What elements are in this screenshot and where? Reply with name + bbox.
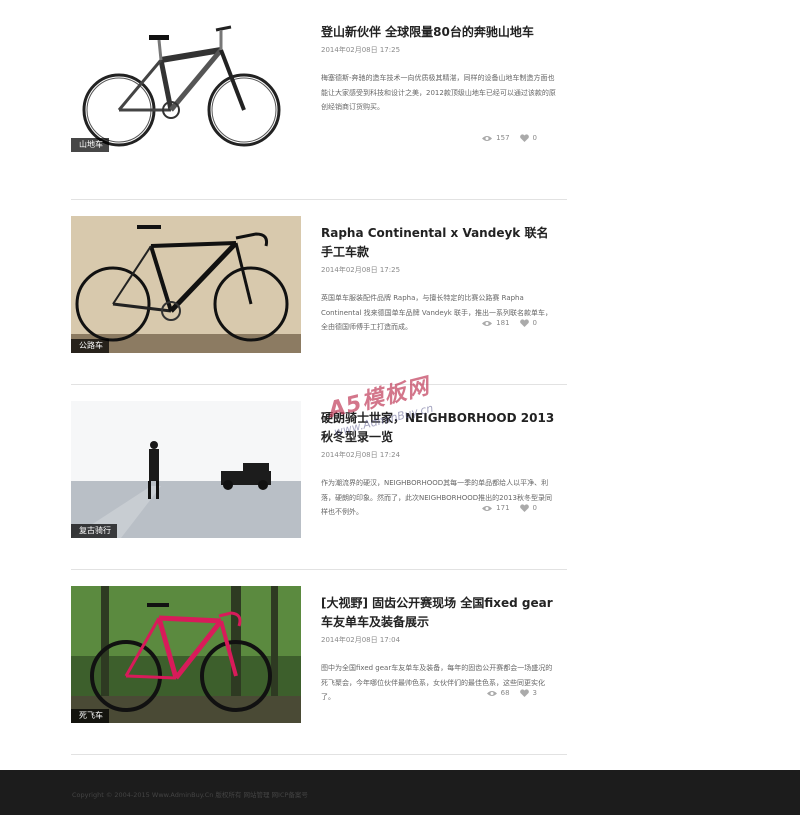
eye-icon bbox=[486, 690, 497, 696]
view-count-value: 181 bbox=[496, 319, 510, 327]
post-excerpt: 梅塞德斯-奔驰的造车技术一向优质极其精湛，同样的设备山地车制造方面也能让大家感受… bbox=[321, 74, 556, 111]
post-thumbnail[interactable]: 复古骑行 bbox=[71, 401, 301, 538]
post-date: 2014年02月08日 17:24 bbox=[321, 451, 401, 459]
like-count[interactable]: 0 bbox=[519, 319, 537, 327]
post-title[interactable]: [大视野] 固齿公开赛现场 全国fixed gear车友单车及装备展示 bbox=[321, 594, 557, 632]
post-body: 登山新伙伴 全球限量80台的奔驰山地车 2014年02月08日 17:25 梅塞… bbox=[321, 23, 557, 115]
post-item: 山地车 登山新伙伴 全球限量80台的奔驰山地车 2014年02月08日 17:2… bbox=[71, 15, 567, 200]
fixed-gear-bike-photo bbox=[71, 586, 301, 723]
category-tag[interactable]: 公路车 bbox=[71, 339, 109, 353]
like-count-value: 0 bbox=[532, 319, 537, 327]
eye-icon bbox=[482, 135, 493, 141]
copyright-text: Copyright © 2004-2015 Www.AdminBuy.Cn 版权… bbox=[72, 791, 308, 799]
post-thumbnail[interactable]: 死飞车 bbox=[71, 586, 301, 723]
post-date: 2014年02月08日 17:25 bbox=[321, 266, 401, 274]
heart-icon bbox=[519, 504, 529, 512]
post-stats: 68 3 bbox=[486, 689, 537, 697]
post-title[interactable]: 硬朗骑士世家，NEIGHBORHOOD 2013秋冬型录一览 bbox=[321, 409, 557, 447]
view-count: 157 bbox=[482, 134, 510, 142]
eye-icon bbox=[482, 505, 493, 511]
like-count-value: 0 bbox=[532, 504, 537, 512]
view-count: 68 bbox=[486, 689, 510, 697]
like-count-value: 0 bbox=[532, 134, 537, 142]
post-list: 山地车 登山新伙伴 全球限量80台的奔驰山地车 2014年02月08日 17:2… bbox=[71, 15, 567, 755]
heart-icon bbox=[519, 134, 529, 142]
like-count-value: 3 bbox=[532, 689, 537, 697]
post-thumbnail[interactable]: 山地车 bbox=[71, 15, 301, 152]
category-tag[interactable]: 山地车 bbox=[71, 138, 109, 152]
post-stats: 181 0 bbox=[482, 319, 537, 327]
like-count[interactable]: 0 bbox=[519, 504, 537, 512]
post-date: 2014年02月08日 17:04 bbox=[321, 636, 401, 644]
view-count: 181 bbox=[482, 319, 510, 327]
post-title[interactable]: Rapha Continental x Vandeyk 联名手工车款 bbox=[321, 224, 557, 262]
vintage-car-photo bbox=[71, 401, 301, 538]
post-title[interactable]: 登山新伙伴 全球限量80台的奔驰山地车 bbox=[321, 23, 557, 42]
like-count[interactable]: 0 bbox=[519, 134, 537, 142]
post-body: [大视野] 固齿公开赛现场 全国fixed gear车友单车及装备展示 2014… bbox=[321, 594, 557, 705]
post-excerpt: 作为潮流界的硬汉，NEIGHBORHOOD其每一季的单品都给人以平净、利落，硬朗… bbox=[321, 479, 552, 516]
category-tag[interactable]: 复古骑行 bbox=[71, 524, 117, 538]
post-item: 死飞车 [大视野] 固齿公开赛现场 全国fixed gear车友单车及装备展示 … bbox=[71, 570, 567, 755]
road-bike-photo bbox=[71, 216, 301, 353]
post-thumbnail[interactable]: 公路车 bbox=[71, 216, 301, 353]
view-count-value: 68 bbox=[500, 689, 510, 697]
view-count-value: 171 bbox=[496, 504, 510, 512]
heart-icon bbox=[519, 689, 529, 697]
post-excerpt: 图中为全国fixed gear车友单车及装备，每年的固齿公开赛都会一场盛况的死飞… bbox=[321, 664, 553, 701]
like-count[interactable]: 3 bbox=[519, 689, 537, 697]
post-item: 公路车 Rapha Continental x Vandeyk 联名手工车款 2… bbox=[71, 200, 567, 385]
category-tag[interactable]: 死飞车 bbox=[71, 709, 109, 723]
post-excerpt: 英国单车服装配件品牌 Rapha，与擅长特定的比赛公路赛 Rapha Conti… bbox=[321, 294, 553, 331]
view-count-value: 157 bbox=[496, 134, 510, 142]
view-count: 171 bbox=[482, 504, 510, 512]
post-stats: 157 0 bbox=[482, 134, 537, 142]
post-date: 2014年02月08日 17:25 bbox=[321, 46, 401, 54]
post-body: Rapha Continental x Vandeyk 联名手工车款 2014年… bbox=[321, 224, 557, 335]
eye-icon bbox=[482, 320, 493, 326]
heart-icon bbox=[519, 319, 529, 327]
page-footer: Copyright © 2004-2015 Www.AdminBuy.Cn 版权… bbox=[0, 770, 800, 815]
post-body: 硬朗骑士世家，NEIGHBORHOOD 2013秋冬型录一览 2014年02月0… bbox=[321, 409, 557, 520]
mountain-bike-photo bbox=[71, 15, 301, 152]
post-stats: 171 0 bbox=[482, 504, 537, 512]
post-item: 复古骑行 硬朗骑士世家，NEIGHBORHOOD 2013秋冬型录一览 2014… bbox=[71, 385, 567, 570]
